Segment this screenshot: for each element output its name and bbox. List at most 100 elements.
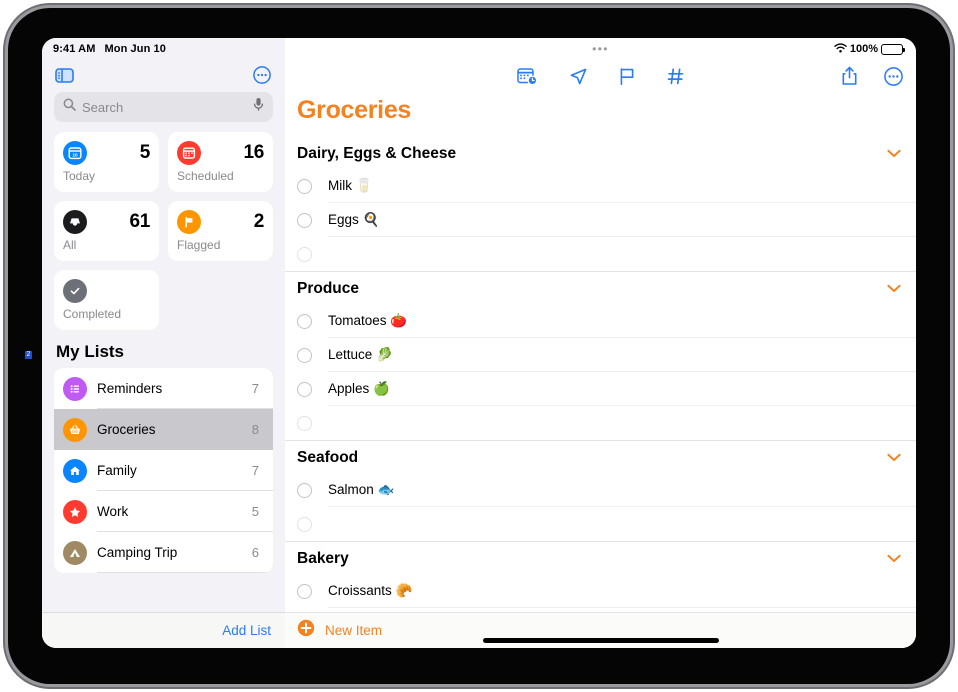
group-header-produce[interactable]: Produce [285, 272, 916, 304]
sidebar-item-label: Work [97, 504, 129, 519]
task-checkbox[interactable] [297, 347, 312, 363]
page-title: Groceries [297, 96, 412, 124]
smart-lists-grid: 10 5 Today 16 Scheduled 61 All 2 Flagged… [42, 122, 285, 330]
task-checkbox[interactable] [297, 516, 312, 532]
sidebar-item-count: 5 [251, 504, 259, 519]
row-divider [328, 607, 916, 608]
sidebar-toggle-icon[interactable] [55, 67, 74, 83]
task-checkbox[interactable] [297, 381, 312, 397]
smart-list-all[interactable]: 61 All [54, 201, 159, 261]
my-lists-container: Reminders 7 Groceries 8 Family 7 Work 5 … [54, 368, 273, 573]
ipad-device-frame: 9:41 AM Mon Jun 10 Search 10 5 Today 16 … [8, 8, 950, 684]
task-checkbox[interactable] [297, 246, 312, 262]
new-item-label: New Item [325, 623, 383, 638]
task-row[interactable]: Apples 🍏 [285, 372, 916, 406]
toolbar-center-group [285, 67, 916, 86]
flag-icon [177, 210, 201, 234]
task-list-scroll-area[interactable]: Dairy, Eggs & Cheese Milk 🥛 Eggs 🍳 Produ… [285, 137, 916, 648]
sidebar-toolbar [42, 58, 285, 92]
task-checkbox[interactable] [297, 415, 312, 431]
task-row[interactable]: Salmon 🐟 [285, 473, 916, 507]
smart-list-label: Flagged [177, 238, 221, 252]
task-row[interactable]: Eggs 🍳 [285, 203, 916, 237]
flag-icon[interactable] [619, 67, 636, 86]
search-container: Search [42, 92, 285, 122]
main-toolbar [285, 58, 916, 94]
sidebar-item-count: 7 [251, 381, 259, 396]
sidebar-item-reminders[interactable]: Reminders 7 [54, 368, 273, 409]
task-row-empty[interactable] [285, 237, 916, 271]
group-header-dairy[interactable]: Dairy, Eggs & Cheese [285, 137, 916, 169]
task-row-empty[interactable] [285, 406, 916, 440]
sidebar-item-label: Camping Trip [97, 545, 178, 560]
chevron-down-icon[interactable] [887, 280, 901, 298]
window-grabber-icon[interactable]: ••• [592, 43, 609, 55]
group-header-seafood[interactable]: Seafood [285, 441, 916, 473]
tag-icon[interactable] [667, 67, 685, 86]
group-title: Dairy, Eggs & Cheese [297, 145, 457, 162]
sidebar-item-family[interactable]: Family 7 [54, 450, 273, 491]
list-bullet-icon [63, 376, 87, 401]
smart-list-label: Completed [63, 307, 122, 321]
wifi-icon [834, 42, 847, 56]
home-indicator [482, 638, 719, 643]
task-label: Croissants 🥐 [328, 583, 413, 598]
task-checkbox[interactable] [297, 178, 312, 194]
svg-text:10: 10 [72, 153, 78, 158]
status-indicators: 100% [834, 42, 906, 56]
basket-icon [63, 417, 87, 442]
search-input[interactable]: Search [54, 92, 273, 122]
search-placeholder: Search [82, 99, 124, 115]
group-header-bakery[interactable]: Bakery [285, 542, 916, 574]
microphone-icon[interactable] [253, 97, 264, 117]
task-checkbox[interactable] [297, 482, 312, 498]
add-list-button[interactable]: Add List [222, 623, 271, 638]
task-label: Tomatoes 🍅 [328, 313, 408, 328]
main-pane: ••• 100% Groceries Dairy, Eggs & Cheese … [285, 38, 916, 648]
task-row-empty[interactable] [285, 507, 916, 541]
task-checkbox[interactable] [297, 212, 312, 228]
smart-list-scheduled[interactable]: 16 Scheduled [168, 132, 273, 192]
task-checkbox[interactable] [297, 313, 312, 329]
group-title: Bakery [297, 550, 349, 567]
date-time-icon[interactable] [516, 67, 538, 86]
task-row[interactable]: Lettuce 🥬 [285, 338, 916, 372]
location-icon[interactable] [569, 67, 588, 86]
task-checkbox[interactable] [297, 583, 312, 599]
chevron-down-icon[interactable] [887, 145, 901, 163]
task-row[interactable]: Milk 🥛 [285, 169, 916, 203]
smart-list-today[interactable]: 10 5 Today [54, 132, 159, 192]
plus-circle-icon[interactable] [297, 619, 315, 642]
smart-list-completed[interactable]: Completed [54, 270, 159, 330]
smart-list-count: 2 [253, 211, 265, 232]
smart-list-flagged[interactable]: 2 Flagged [168, 201, 273, 261]
task-row[interactable]: Croissants 🥐 [285, 574, 916, 608]
sidebar: 9:41 AM Mon Jun 10 Search 10 5 Today 16 … [42, 38, 285, 648]
task-row[interactable]: Tomatoes 🍅 [285, 304, 916, 338]
task-label: Eggs 🍳 [328, 212, 380, 227]
annotation-marker: 2 [25, 351, 32, 359]
smart-list-label: All [63, 238, 77, 252]
sidebar-more-options-icon[interactable] [253, 66, 271, 84]
sidebar-item-groceries[interactable]: Groceries 8 [54, 409, 273, 450]
task-label: Milk 🥛 [328, 178, 373, 193]
status-date: Mon Jun 10 [104, 43, 166, 55]
all-inbox-icon [63, 210, 87, 234]
star-icon [63, 499, 87, 524]
status-time: 9:41 AM [53, 43, 96, 55]
row-divider [97, 572, 273, 573]
sidebar-item-work[interactable]: Work 5 [54, 491, 273, 532]
task-label: Apples 🍏 [328, 381, 390, 396]
calendar-icon [177, 141, 201, 165]
battery-icon [881, 43, 906, 55]
chevron-down-icon[interactable] [887, 550, 901, 568]
sidebar-item-label: Groceries [97, 422, 156, 437]
sidebar-item-camping-trip[interactable]: Camping Trip 6 [54, 532, 273, 573]
my-lists-heading: My Lists [56, 342, 125, 361]
checkmark-circle-icon [63, 279, 87, 303]
chevron-down-icon[interactable] [887, 449, 901, 467]
smart-list-count: 5 [139, 142, 151, 163]
group-title: Seafood [297, 449, 359, 466]
group-title: Produce [297, 280, 360, 297]
sidebar-footer: Add List [42, 612, 285, 648]
